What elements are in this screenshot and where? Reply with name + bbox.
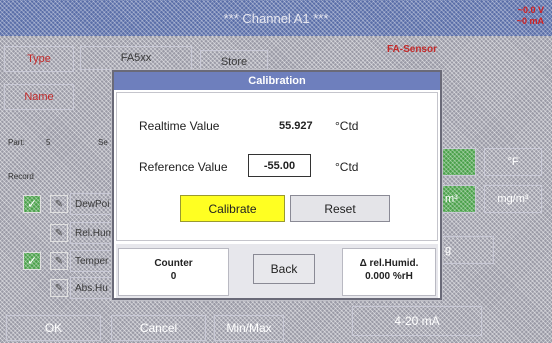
unit-mgm3-button[interactable]: mg/m³ [484, 185, 542, 213]
name-label: Name [24, 91, 54, 103]
unit-f-label: °F [507, 156, 519, 168]
current-output-label: 4-20 mA [394, 314, 440, 328]
type-label-box: Type [4, 46, 74, 72]
realtime-label: Realtime Value [139, 119, 220, 133]
back-button[interactable]: Back [253, 254, 315, 284]
delta-value: 0.000 %rH [365, 271, 413, 282]
calibrate-button[interactable]: Calibrate [180, 195, 285, 222]
record-checkbox-1[interactable]: ✓ [23, 195, 41, 213]
pencil-icon: ✎ [54, 198, 64, 210]
dialog-footer: Counter 0 Back Δ rel.Humid. 0.000 %rH [116, 244, 438, 298]
current-readout: ~0 mA [516, 16, 544, 26]
record-checkbox-3[interactable]: ✓ [23, 252, 41, 270]
record-label: Record [8, 172, 34, 181]
record-label-1[interactable]: DewPoi [70, 193, 112, 215]
record-label-3[interactable]: Temper [70, 250, 112, 272]
minmax-label: Min/Max [226, 321, 272, 335]
counter-box: Counter 0 [118, 248, 229, 296]
pencil-icon: ✎ [54, 227, 64, 239]
record-checkbox-2[interactable] [23, 224, 41, 242]
ok-button[interactable]: OK [6, 315, 101, 341]
type-field[interactable]: FA5xx [80, 46, 192, 70]
record-edit-4[interactable]: ✎ [50, 279, 68, 297]
type-label: Type [27, 53, 51, 65]
cancel-button[interactable]: Cancel [111, 315, 206, 341]
voltage-readout: ~0.0 V [517, 5, 544, 15]
pencil-icon: ✎ [54, 255, 64, 267]
cancel-label: Cancel [139, 321, 178, 335]
title-bar: *** Channel A1 *** ~0.0 V ~0 mA [0, 0, 552, 36]
unit-m3-label: m³ [445, 193, 458, 205]
sensor-label: FA-Sensor [386, 44, 437, 55]
store-label: Store [220, 56, 248, 68]
record-label-4[interactable]: Abs.Hu [70, 277, 112, 299]
record-edit-3[interactable]: ✎ [50, 252, 68, 270]
part-extra: Se [98, 138, 108, 147]
unit-m3-button[interactable]: m³ [442, 185, 476, 213]
delta-label: Δ rel.Humid. [359, 258, 419, 269]
record-label-2[interactable]: Rel.Humi [70, 222, 116, 244]
current-output-button[interactable]: 4-20 mA [352, 306, 482, 336]
reference-unit: °Ctd [335, 160, 359, 174]
pencil-icon: ✎ [54, 282, 64, 294]
unit-mgm3-label: mg/m³ [497, 193, 529, 205]
ok-label: OK [44, 321, 63, 335]
unit-selected-c[interactable] [442, 148, 476, 176]
record-label-text: DewPoi [75, 198, 110, 210]
record-label-text: Rel.Humi [75, 227, 117, 239]
record-label-text: Abs.Hu [75, 282, 108, 294]
check-icon: ✓ [26, 197, 38, 211]
unit-g-label: g [445, 244, 452, 256]
delta-box: Δ rel.Humid. 0.000 %rH [342, 248, 436, 296]
unit-f-button[interactable]: °F [484, 148, 542, 176]
record-edit-2[interactable]: ✎ [50, 224, 68, 242]
name-label-box: Name [4, 84, 74, 110]
type-value: FA5xx [120, 52, 152, 64]
dialog-body: Realtime Value 55.927 °Ctd Reference Val… [116, 92, 438, 241]
record-edit-1[interactable]: ✎ [50, 195, 68, 213]
realtime-unit: °Ctd [335, 119, 359, 133]
counter-label: Counter [154, 258, 193, 269]
record-label-text: Temper [75, 255, 109, 267]
part-value: 5 [46, 138, 51, 147]
window-title: *** Channel A1 *** [223, 11, 329, 26]
counter-value: 0 [170, 271, 177, 282]
dialog-title: Calibration [114, 72, 440, 90]
reference-value-input[interactable]: -55.00 [248, 154, 311, 177]
unit-g-button[interactable]: g [442, 236, 494, 264]
reset-button[interactable]: Reset [290, 195, 390, 222]
calibration-dialog: Calibration Realtime Value 55.927 °Ctd R… [112, 70, 442, 300]
minmax-button[interactable]: Min/Max [214, 315, 284, 341]
realtime-value: 55.927 [279, 120, 313, 132]
part-label: Part: [8, 138, 25, 147]
reference-label: Reference Value [139, 160, 228, 174]
check-icon: ✓ [26, 254, 38, 268]
